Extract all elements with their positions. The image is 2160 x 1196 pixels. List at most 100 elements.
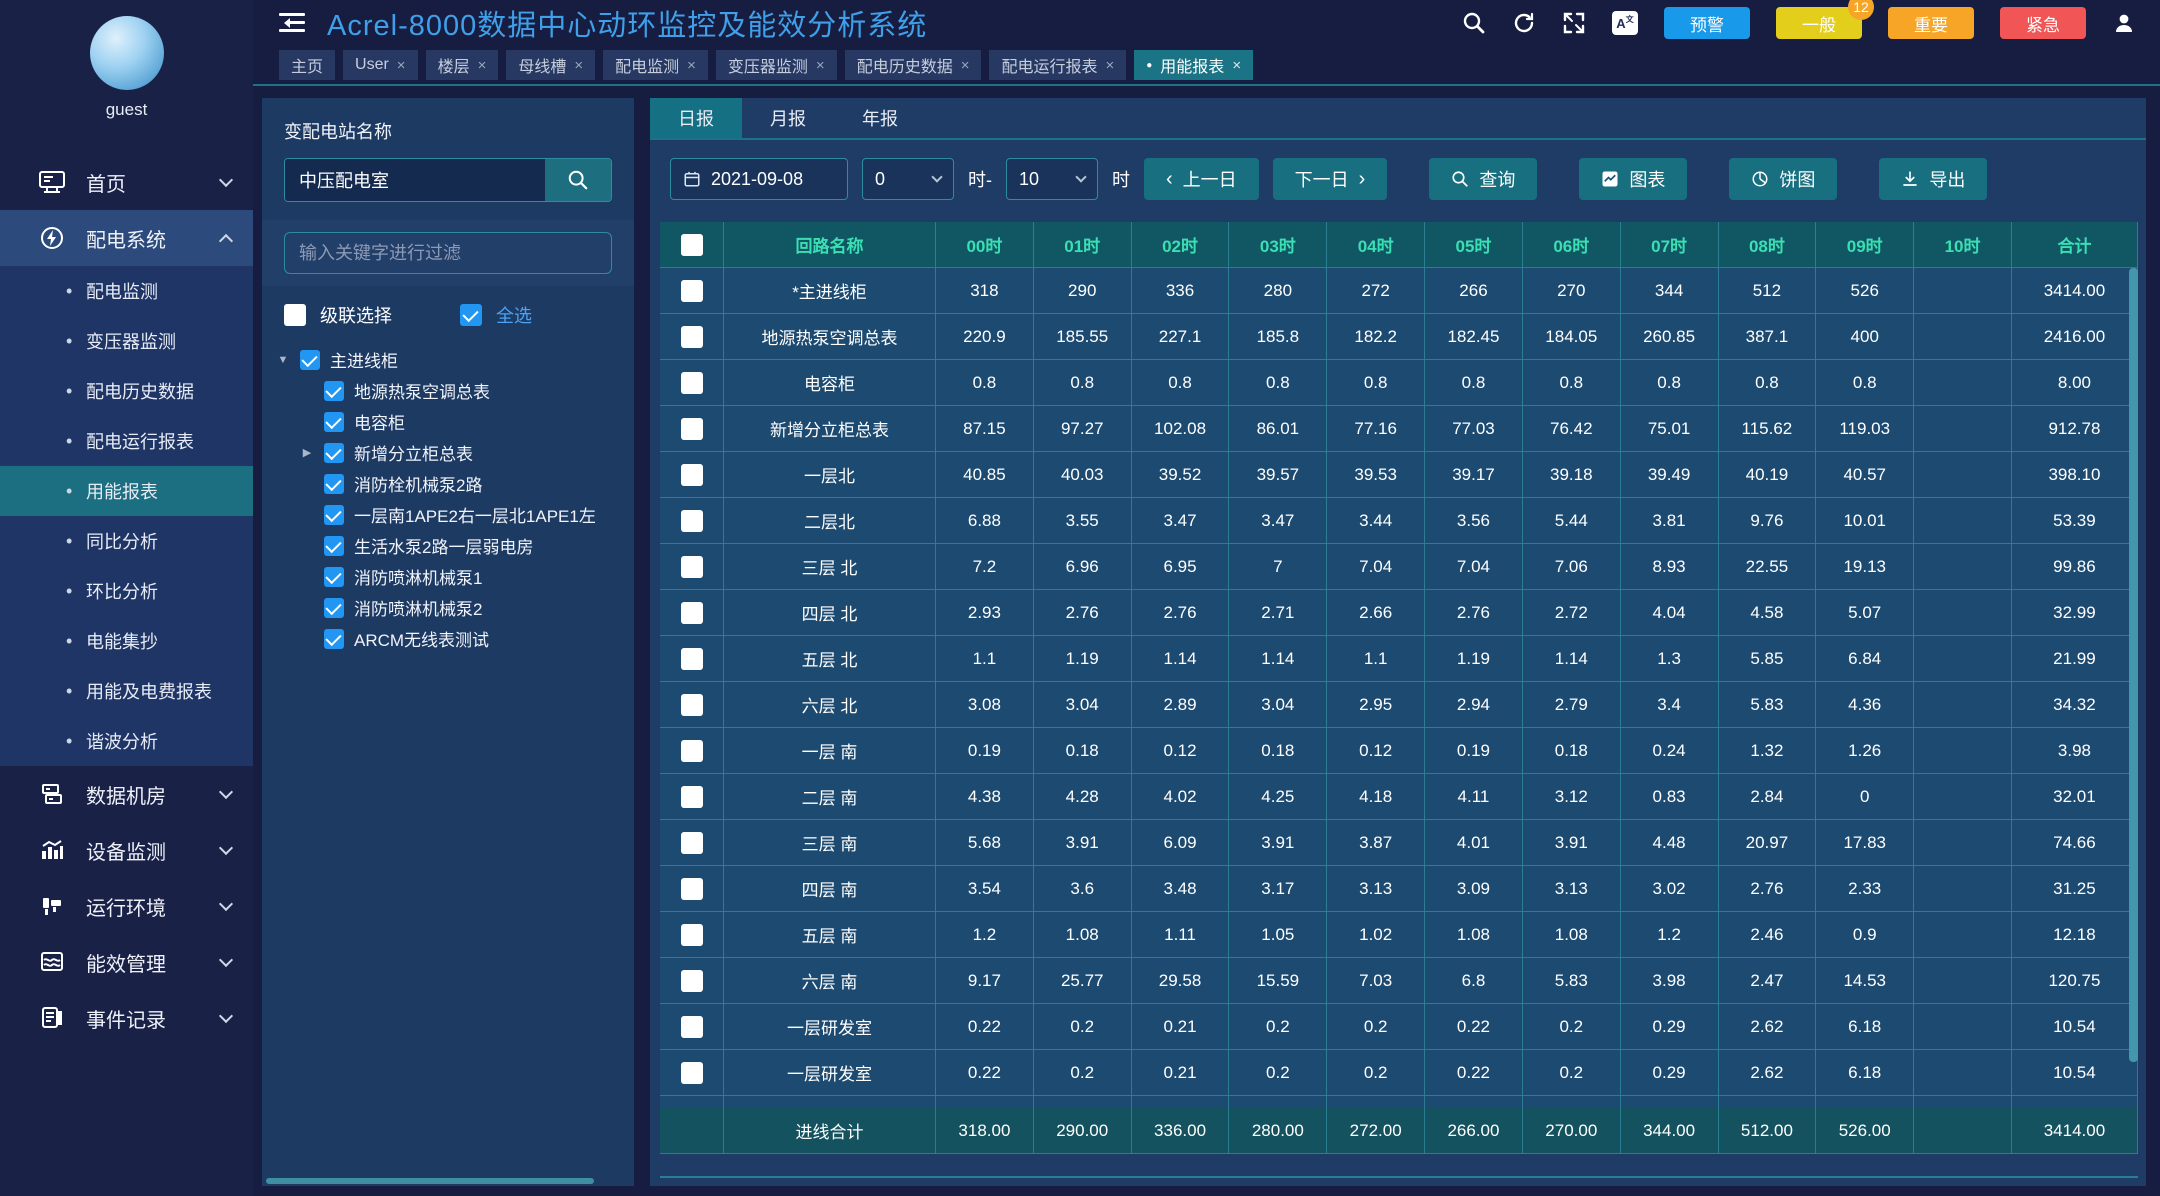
- row-checkbox[interactable]: [681, 648, 703, 670]
- tree-node-电容柜[interactable]: 电容柜: [276, 406, 624, 437]
- user-icon[interactable]: [2112, 11, 2136, 35]
- tree-node-一层南1APE2右一层北1APE1左[interactable]: 一层南1APE2右一层北1APE1左: [276, 499, 624, 530]
- refresh-icon[interactable]: [1512, 11, 1536, 35]
- sidebar-subitem-用能报表[interactable]: 用能报表: [0, 466, 253, 516]
- row-checkbox[interactable]: [681, 786, 703, 808]
- tree-node-checkbox[interactable]: [324, 536, 344, 556]
- sidebar-subitem-环比分析[interactable]: 环比分析: [0, 566, 253, 616]
- tree-node-地源热泵空调总表[interactable]: 地源热泵空调总表: [276, 375, 624, 406]
- tab-配电运行报表[interactable]: 配电运行报表×: [989, 50, 1126, 80]
- close-icon[interactable]: ×: [816, 57, 825, 74]
- tree-node-checkbox[interactable]: [324, 567, 344, 587]
- close-icon[interactable]: ×: [574, 57, 583, 74]
- hour-to-select[interactable]: 10: [1006, 158, 1098, 200]
- tree-node-新增分立柜总表[interactable]: ▶新增分立柜总表: [276, 437, 624, 468]
- tab-User[interactable]: User×: [343, 50, 418, 80]
- alert-general-button[interactable]: 一般12: [1776, 7, 1862, 39]
- tree-node-checkbox[interactable]: [324, 412, 344, 432]
- report-tab-月报[interactable]: 月报: [742, 98, 834, 138]
- previous-day-button[interactable]: ‹上一日: [1144, 158, 1259, 200]
- sidebar-item-首页[interactable]: 首页: [0, 154, 253, 210]
- row-checkbox[interactable]: [681, 372, 703, 394]
- sidebar-subitem-同比分析[interactable]: 同比分析: [0, 516, 253, 566]
- menu-toggle-icon[interactable]: [279, 13, 305, 33]
- tab-母线槽[interactable]: 母线槽×: [506, 50, 595, 80]
- tree-filter-input[interactable]: [284, 232, 612, 274]
- row-checkbox[interactable]: [681, 464, 703, 486]
- tab-楼层[interactable]: 楼层×: [426, 50, 499, 80]
- row-checkbox[interactable]: [681, 556, 703, 578]
- tree-node-checkbox[interactable]: [324, 443, 344, 463]
- translate-icon[interactable]: A文: [1612, 11, 1638, 35]
- sidebar-item-运行环境[interactable]: 运行环境: [0, 878, 253, 934]
- tree-node-checkbox[interactable]: [324, 505, 344, 525]
- close-icon[interactable]: ×: [397, 57, 406, 74]
- tree-horizontal-scrollbar[interactable]: [266, 1178, 594, 1184]
- search-icon[interactable]: [1462, 11, 1486, 35]
- tree-node-主进线柜[interactable]: ▼主进线柜: [276, 344, 624, 375]
- close-icon[interactable]: ×: [687, 57, 696, 74]
- sidebar-subitem-用能及电费报表[interactable]: 用能及电费报表: [0, 666, 253, 716]
- row-checkbox[interactable]: [681, 970, 703, 992]
- alert-important-button[interactable]: 重要: [1888, 7, 1974, 39]
- row-checkbox[interactable]: [681, 694, 703, 716]
- avatar[interactable]: [90, 16, 164, 90]
- chart-button[interactable]: 图表: [1579, 158, 1687, 200]
- tree-node-checkbox[interactable]: [324, 474, 344, 494]
- alert-warning-button[interactable]: 预警: [1664, 7, 1750, 39]
- row-checkbox[interactable]: [681, 740, 703, 762]
- report-tab-年报[interactable]: 年报: [834, 98, 926, 138]
- cascade-select-checkbox[interactable]: [284, 304, 306, 326]
- select-all-checkbox[interactable]: [460, 304, 482, 326]
- select-all-rows-checkbox[interactable]: [681, 234, 703, 256]
- row-checkbox[interactable]: [681, 326, 703, 348]
- station-name-input[interactable]: [285, 159, 545, 201]
- tree-node-生活水泵2路一层弱电房[interactable]: 生活水泵2路一层弱电房: [276, 530, 624, 561]
- query-button[interactable]: 查询: [1429, 158, 1537, 200]
- tab-配电监测[interactable]: 配电监测×: [603, 50, 708, 80]
- close-icon[interactable]: ×: [1232, 57, 1241, 74]
- row-checkbox[interactable]: [681, 878, 703, 900]
- tab-主页[interactable]: 主页: [279, 50, 335, 80]
- tree-node-ARCM无线表测试[interactable]: ARCM无线表测试: [276, 623, 624, 654]
- tab-配电历史数据[interactable]: 配电历史数据×: [845, 50, 982, 80]
- row-checkbox[interactable]: [681, 832, 703, 854]
- next-day-button[interactable]: 下一日›: [1273, 158, 1388, 200]
- row-checkbox[interactable]: [681, 510, 703, 532]
- sidebar-subitem-配电监测[interactable]: 配电监测: [0, 266, 253, 316]
- fullscreen-icon[interactable]: [1562, 11, 1586, 35]
- report-tab-日报[interactable]: 日报: [650, 98, 742, 138]
- row-checkbox[interactable]: [681, 602, 703, 624]
- sidebar-item-数据机房[interactable]: 数据机房: [0, 766, 253, 822]
- table-vertical-scrollbar[interactable]: [2129, 268, 2138, 1062]
- close-icon[interactable]: ×: [961, 57, 970, 74]
- row-checkbox[interactable]: [681, 1016, 703, 1038]
- sidebar-subitem-变压器监测[interactable]: 变压器监测: [0, 316, 253, 366]
- tree-expand-icon[interactable]: ▶: [300, 446, 314, 459]
- sidebar-item-事件记录[interactable]: 事件记录: [0, 990, 253, 1046]
- hour-from-select[interactable]: 0: [862, 158, 954, 200]
- tree-node-checkbox[interactable]: [300, 350, 320, 370]
- tree-expand-icon[interactable]: ▼: [276, 354, 290, 366]
- sidebar-item-设备监测[interactable]: 设备监测: [0, 822, 253, 878]
- select-all-label[interactable]: 全选: [496, 302, 532, 328]
- sidebar-subitem-谐波分析[interactable]: 谐波分析: [0, 716, 253, 766]
- sidebar-subitem-配电历史数据[interactable]: 配电历史数据: [0, 366, 253, 416]
- close-icon[interactable]: ×: [1105, 57, 1114, 74]
- sidebar-item-配电系统[interactable]: 配电系统: [0, 210, 253, 266]
- tab-变压器监测[interactable]: 变压器监测×: [716, 50, 837, 80]
- pie-chart-button[interactable]: 饼图: [1729, 158, 1837, 200]
- alert-urgent-button[interactable]: 紧急: [2000, 7, 2086, 39]
- tree-node-checkbox[interactable]: [324, 629, 344, 649]
- tree-node-checkbox[interactable]: [324, 598, 344, 618]
- export-button[interactable]: 导出: [1879, 158, 1987, 200]
- close-icon[interactable]: ×: [478, 57, 487, 74]
- tree-node-checkbox[interactable]: [324, 381, 344, 401]
- sidebar-subitem-电能集抄[interactable]: 电能集抄: [0, 616, 253, 666]
- tab-用能报表[interactable]: ●用能报表×: [1134, 50, 1253, 80]
- sidebar-item-能效管理[interactable]: 能效管理: [0, 934, 253, 990]
- date-picker[interactable]: 2021-09-08: [670, 158, 848, 200]
- tree-node-消防栓机械泵2路[interactable]: 消防栓机械泵2路: [276, 468, 624, 499]
- sidebar-subitem-配电运行报表[interactable]: 配电运行报表: [0, 416, 253, 466]
- row-checkbox[interactable]: [681, 1108, 703, 1109]
